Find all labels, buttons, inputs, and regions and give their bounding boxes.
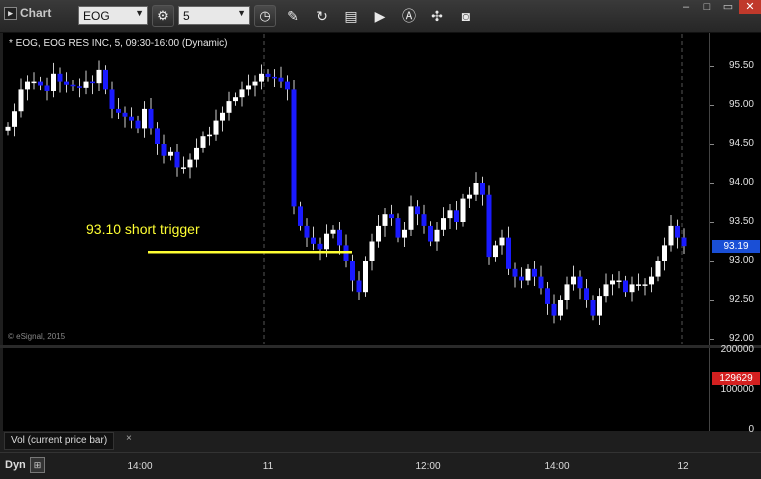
time-tick-label: 14:00 [127,461,153,472]
volume-tick-label: 0 [748,424,754,435]
chevron-down-icon[interactable]: ▼ [135,8,144,18]
price-tick-label: 94.50 [728,138,754,149]
price-tick-mark [710,261,714,262]
time-axis[interactable]: Dyn ⊞ 14:00 11 12:00 14:00 12 [0,452,761,479]
price-tick-label: 95.50 [728,60,754,71]
volume-label[interactable]: Vol (current price bar) [4,432,115,450]
volume-axis[interactable]: 200000 100000 0 129629 [709,344,761,435]
alert-icon[interactable]: Ⓐ [398,5,420,27]
lock-icon[interactable]: ⊞ [30,457,45,473]
time-tick-label: 11 [262,461,274,472]
time-tick-label: 12 [677,461,689,472]
price-tick-mark [710,300,714,301]
chevron-down-icon[interactable]: ▼ [237,8,246,18]
clock-icon[interactable]: ◷ [254,5,276,27]
price-tick-mark [710,339,714,340]
link-icon[interactable]: ✣ [426,5,448,27]
dyn-label: Dyn [5,459,26,471]
volume-tick-label: 100000 [720,384,754,395]
window-menu-icon[interactable]: ▸ [4,6,17,20]
last-price-tag: 93.19 [712,240,760,254]
refresh-icon[interactable]: ↻ [311,5,333,27]
price-tick-label: 95.00 [728,99,754,110]
trigger-annotation: 93.10 short trigger [86,221,200,237]
interval-value: 5 [183,9,190,23]
studies-icon[interactable]: ▤ [340,5,362,27]
copyright: © eSignal, 2015 [8,332,66,341]
chart-info: * EOG, EOG RES INC, 5, 09:30-16:00 (Dyna… [9,38,228,49]
pencil-icon[interactable]: ✎ [282,5,304,27]
price-tick-mark [710,183,714,184]
symbol-value: EOG [83,9,110,23]
minimize-icon[interactable]: – [676,0,696,14]
time-tick-label: 12:00 [415,461,441,472]
maximize-icon[interactable]: □ [697,0,717,14]
interval-input[interactable]: 5 ▼ [178,6,250,25]
app-title: ▸ Chart [4,6,51,20]
volume-close-icon[interactable]: × [126,433,132,444]
camera-icon[interactable]: ◙ [455,5,477,27]
price-tick-label: 93.50 [728,216,754,227]
settings-icon[interactable]: ⚙ [152,5,174,27]
price-tick-label: 94.00 [728,177,754,188]
price-tick-mark [710,222,714,223]
close-icon[interactable]: ✕ [739,0,761,14]
toolbar: ▸ Chart EOG ▼ ⚙ 5 ▼ ◷ ✎ ↻ ▤ ▶ Ⓐ ✣ ◙ – □ … [0,0,761,33]
price-chart[interactable]: * EOG, EOG RES INC, 5, 09:30-16:00 (Dyna… [3,33,709,345]
last-volume-tag: 129629 [712,372,760,386]
restore-icon[interactable]: ▭ [718,0,738,14]
play-icon[interactable]: ▶ [369,5,391,27]
price-tick-mark [710,144,714,145]
volume-tick-label: 200000 [720,344,754,355]
price-tick-mark [710,66,714,67]
price-tick-label: 93.00 [728,255,754,266]
price-tick-label: 92.00 [728,333,754,344]
volume-chart[interactable] [3,348,709,431]
symbol-input[interactable]: EOG ▼ [78,6,148,25]
app-title-text: Chart [20,6,52,20]
price-axis[interactable]: 95.50 95.00 94.50 94.00 93.50 93.00 92.50 92.00… [709,33,761,345]
price-tick-mark [710,105,714,106]
price-tick-label: 92.50 [728,294,754,305]
time-tick-label: 14:00 [544,461,570,472]
